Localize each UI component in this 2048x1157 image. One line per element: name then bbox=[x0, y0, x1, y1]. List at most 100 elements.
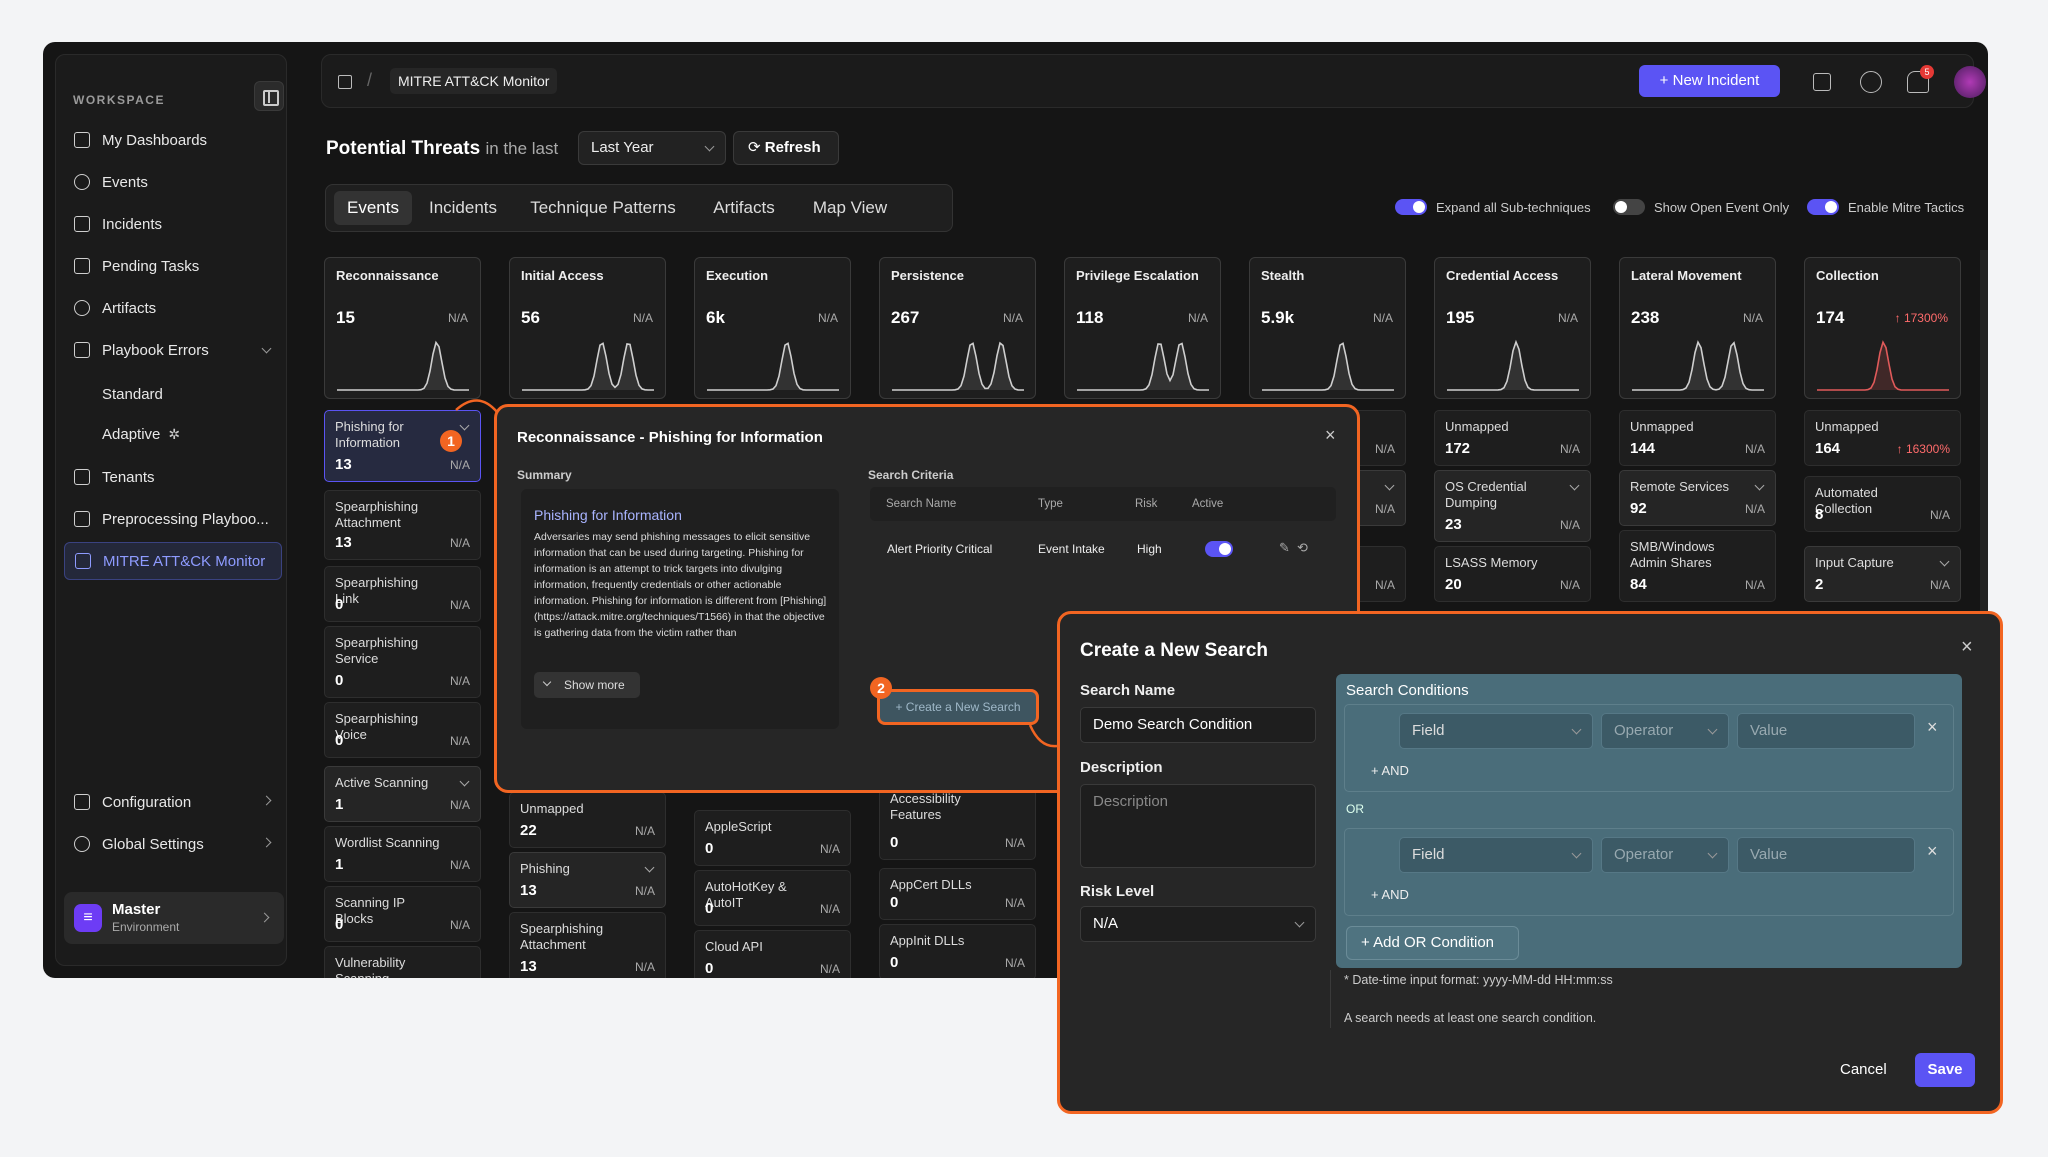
field-select[interactable]: Field bbox=[1399, 713, 1593, 749]
tactic-card[interactable]: Stealth 5.9k N/A bbox=[1249, 257, 1406, 399]
col-risk[interactable]: Risk bbox=[1135, 498, 1157, 510]
technique-card[interactable]: AppInit DLLs 0 N/A bbox=[879, 924, 1036, 978]
technique-card[interactable]: Spearphishing Link 0 N/A bbox=[324, 566, 481, 622]
col-active[interactable]: Active bbox=[1192, 498, 1223, 510]
technique-card[interactable]: SMB/Windows Admin Shares 84 N/A bbox=[1619, 530, 1776, 602]
technique-card[interactable]: Wordlist Scanning 1 N/A bbox=[324, 826, 481, 882]
criteria-active-toggle[interactable] bbox=[1205, 541, 1233, 557]
tab-events[interactable]: Events bbox=[334, 191, 412, 225]
monitor-icon bbox=[75, 553, 91, 569]
close-icon[interactable]: × bbox=[1961, 636, 1973, 659]
technique-card[interactable]: Spearphishing Attachment 13 N/A bbox=[509, 912, 666, 978]
technique-card[interactable]: LSASS Memory 20 N/A bbox=[1434, 546, 1591, 602]
tactic-card[interactable]: Initial Access 56 N/A bbox=[509, 257, 666, 399]
breadcrumb[interactable]: MITRE ATT&CK Monitor bbox=[390, 68, 558, 94]
technique-card[interactable]: Input Capture 2 N/A bbox=[1804, 546, 1961, 602]
tactic-card[interactable]: Privilege Escalation 118 N/A bbox=[1064, 257, 1221, 399]
tactic-card[interactable]: Credential Access 195 N/A bbox=[1434, 257, 1591, 399]
add-and-button[interactable]: + AND bbox=[1371, 763, 1409, 778]
technique-card[interactable]: Unmapped 22 N/A bbox=[509, 792, 666, 848]
refresh-button[interactable]: ⟳ Refresh bbox=[733, 131, 839, 165]
tactic-card[interactable]: Execution 6k N/A bbox=[694, 257, 851, 399]
technique-card[interactable]: Spearphishing Voice 0 N/A bbox=[324, 702, 481, 758]
sidebar-item-pending-tasks[interactable]: Pending Tasks bbox=[64, 247, 282, 285]
technique-card[interactable]: Automated Collection 8 N/A bbox=[1804, 476, 1961, 532]
sidebar-item-artifacts[interactable]: Artifacts bbox=[64, 289, 282, 327]
apps-grid-icon[interactable] bbox=[1813, 73, 1831, 91]
edit-icon[interactable]: ✎ bbox=[1279, 540, 1290, 556]
show-more-button[interactable]: Show more bbox=[534, 672, 640, 698]
operator-select[interactable]: Operator bbox=[1601, 837, 1729, 873]
col-search-name[interactable]: Search Name bbox=[886, 498, 956, 510]
technique-card[interactable]: Vulnerability Scanning bbox=[324, 946, 481, 978]
description-textarea[interactable]: Description bbox=[1080, 784, 1316, 868]
tactic-card[interactable]: Collection 174 ↑ 17300% bbox=[1804, 257, 1961, 399]
col-type[interactable]: Type bbox=[1038, 498, 1063, 510]
history-icon[interactable]: ⟲ bbox=[1297, 540, 1308, 556]
add-and-button[interactable]: + AND bbox=[1371, 887, 1409, 902]
technique-card[interactable]: AutoHotKey & AutoIT 0 N/A bbox=[694, 870, 851, 926]
technique-card[interactable]: Scanning IP Blocks 0 N/A bbox=[324, 886, 481, 942]
technique-card[interactable]: Spearphishing Attachment 13 N/A bbox=[324, 490, 481, 560]
remove-condition-icon[interactable]: × bbox=[1927, 717, 1938, 738]
time-range-select[interactable]: Last Year bbox=[578, 131, 726, 165]
technique-card[interactable]: Accessibility Features 0 N/A bbox=[879, 782, 1036, 860]
technique-card[interactable]: Unmapped 144 N/A bbox=[1619, 410, 1776, 466]
value-input[interactable]: Value bbox=[1737, 837, 1915, 873]
technique-card[interactable]: Remote Services 92 N/A bbox=[1619, 470, 1776, 526]
save-button[interactable]: Save bbox=[1915, 1053, 1975, 1087]
sidebar-item-incidents[interactable]: Incidents bbox=[64, 205, 282, 243]
technique-card[interactable]: Phishing 13 N/A bbox=[509, 852, 666, 908]
sidebar-item-playbook-errors[interactable]: Playbook Errors bbox=[64, 331, 282, 369]
tab-artifacts[interactable]: Artifacts bbox=[696, 191, 792, 225]
environment-switcher[interactable]: ≡ Master Environment bbox=[64, 892, 284, 944]
field-select[interactable]: Field bbox=[1399, 837, 1593, 873]
cancel-button[interactable]: Cancel bbox=[1840, 1061, 1887, 1078]
sidebar-item-tenants[interactable]: Tenants bbox=[64, 458, 282, 496]
sidebar-item-my-dashboards[interactable]: My Dashboards bbox=[64, 121, 282, 159]
technique-card[interactable]: Spearphishing Service 0 N/A bbox=[324, 626, 481, 698]
avatar[interactable] bbox=[1954, 66, 1986, 98]
tab-technique-patterns[interactable]: Technique Patterns bbox=[516, 191, 690, 225]
sidebar-item-configuration[interactable]: Configuration bbox=[64, 783, 282, 821]
sidebar-item-mitre-monitor[interactable]: MITRE ATT&CK Monitor bbox=[64, 542, 282, 580]
grid-icon bbox=[74, 132, 90, 148]
risk-level-select[interactable]: N/A bbox=[1080, 906, 1316, 942]
technique-card[interactable]: AppleScript 0 N/A bbox=[694, 810, 851, 866]
chevron-down-icon bbox=[1384, 480, 1395, 491]
technique-card[interactable]: Unmapped 164 ↑ 16300% bbox=[1804, 410, 1961, 466]
tactic-card[interactable]: Lateral Movement 238 N/A bbox=[1619, 257, 1776, 399]
sidebar-item-events[interactable]: Events bbox=[64, 163, 282, 201]
close-icon[interactable]: × bbox=[1325, 425, 1336, 446]
technique-card[interactable]: Active Scanning 1 N/A bbox=[324, 766, 481, 822]
remove-condition-icon[interactable]: × bbox=[1927, 841, 1938, 862]
expand-subtechniques-toggle[interactable] bbox=[1395, 199, 1427, 215]
tactic-card[interactable]: Persistence 267 N/A bbox=[879, 257, 1036, 399]
new-incident-button[interactable]: + New Incident bbox=[1639, 65, 1780, 97]
sidebar-item-preprocessing-playbooks[interactable]: Preprocessing Playboo... bbox=[64, 500, 282, 538]
target-icon bbox=[74, 174, 90, 190]
tactic-card[interactable]: Reconnaissance 15 N/A bbox=[324, 257, 481, 399]
sidebar-collapse-icon[interactable] bbox=[254, 81, 284, 111]
technique-card[interactable]: AppCert DLLs 0 N/A bbox=[879, 868, 1036, 920]
show-open-events-toggle[interactable] bbox=[1613, 199, 1645, 215]
tab-incidents[interactable]: Incidents bbox=[418, 191, 508, 225]
value-input[interactable]: Value bbox=[1737, 713, 1915, 749]
criteria-row-risk: High bbox=[1137, 542, 1162, 556]
condition-group-2: Field Operator Value × + AND bbox=[1344, 828, 1954, 916]
grid-icon[interactable] bbox=[338, 75, 352, 89]
technique-card[interactable]: OS Credential Dumping 23 N/A bbox=[1434, 470, 1591, 542]
technique-card[interactable]: Cloud API 0 N/A bbox=[694, 930, 851, 978]
search-name-input[interactable]: Demo Search Condition bbox=[1080, 707, 1316, 743]
info-icon[interactable] bbox=[1860, 71, 1882, 93]
technique-card[interactable]: Unmapped 172 N/A bbox=[1434, 410, 1591, 466]
sidebar-item-global-settings[interactable]: Global Settings bbox=[64, 825, 282, 863]
add-or-condition-button[interactable]: + Add OR Condition bbox=[1346, 926, 1519, 960]
sidebar-item-adaptive[interactable]: Adaptive ✲ bbox=[64, 415, 282, 453]
sidebar-item-standard[interactable]: Standard bbox=[64, 375, 282, 413]
enable-mitre-tactics-toggle[interactable] bbox=[1807, 199, 1839, 215]
operator-select[interactable]: Operator bbox=[1601, 713, 1729, 749]
create-new-search-button[interactable]: + Create a New Search bbox=[877, 689, 1039, 725]
tab-map-view[interactable]: Map View bbox=[800, 191, 900, 225]
popup-title: Reconnaissance - Phishing for Informatio… bbox=[517, 429, 823, 446]
